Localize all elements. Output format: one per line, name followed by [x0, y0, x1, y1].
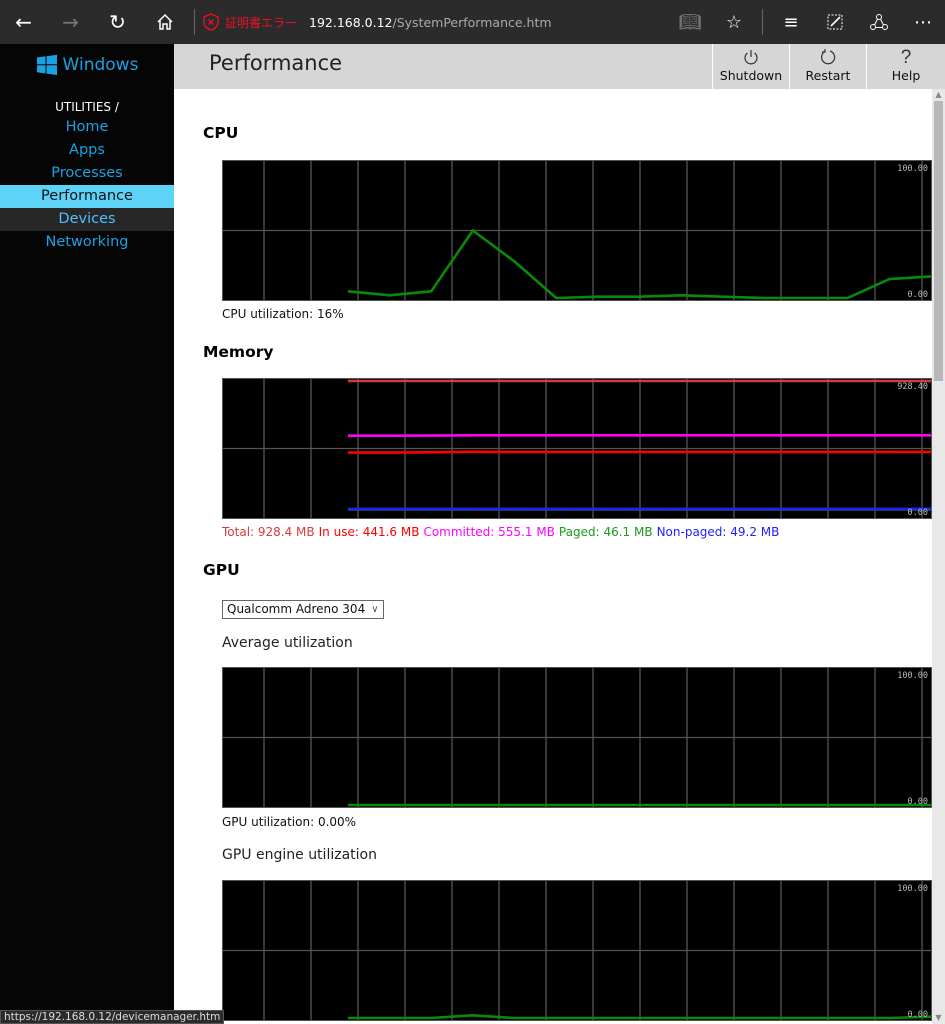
- windows-logo[interactable]: Windows: [0, 44, 174, 86]
- url-path: /SystemPerformance.htm: [392, 14, 552, 30]
- utilities-section-label: UTILITIES /: [55, 100, 119, 114]
- home-icon: [156, 13, 173, 30]
- logo-text: Windows: [62, 55, 139, 75]
- arrow-right-icon: →: [62, 10, 79, 34]
- restart-label: Restart: [805, 68, 851, 83]
- scroll-up-arrow[interactable]: ▲: [932, 89, 945, 101]
- web-note-button[interactable]: [813, 0, 857, 44]
- forward-button[interactable]: →: [47, 0, 94, 44]
- sidebar-item-apps[interactable]: Apps: [0, 139, 174, 162]
- hub-icon: ≡: [783, 11, 799, 33]
- y-max-label: 100.00: [897, 164, 928, 174]
- power-icon: [713, 44, 789, 68]
- help-label: Help: [891, 68, 921, 83]
- shutdown-button[interactable]: Shutdown: [712, 44, 789, 89]
- page-title: Performance: [209, 51, 343, 75]
- sidebar-item-home[interactable]: Home: [0, 116, 174, 139]
- gpu-utilization-caption: GPU utilization: 0.00%: [222, 815, 357, 829]
- sidebar: Windows UTILITIES / Home Apps Processes …: [0, 44, 174, 1024]
- restart-button[interactable]: Restart: [789, 44, 866, 89]
- shield-error-icon: [203, 13, 219, 31]
- more-button[interactable]: ⋯: [901, 0, 945, 44]
- gpu-average-chart: 100.00 0.00: [222, 667, 932, 808]
- gpu-engine-title: GPU engine utilization: [222, 847, 377, 863]
- y-max-label: 928.40: [897, 382, 928, 392]
- y-min-label: 0.00: [908, 1010, 928, 1020]
- memory-legend-total: Total: 928.4 MB: [222, 525, 315, 539]
- y-max-label: 100.00: [897, 884, 928, 894]
- cpu-section-title: CPU: [203, 124, 239, 142]
- memory-legend-paged: Paged: 46.1 MB: [558, 525, 653, 539]
- sidebar-item-performance[interactable]: Performance: [0, 185, 174, 208]
- favorite-button[interactable]: ☆: [712, 0, 756, 44]
- cpu-utilization-caption: CPU utilization: 16%: [222, 307, 344, 321]
- memory-legend-committed: Committed: 555.1 MB: [423, 525, 555, 539]
- vertical-scrollbar[interactable]: ▲ ▼: [932, 89, 945, 1024]
- refresh-button[interactable]: ↻: [94, 0, 141, 44]
- hub-button[interactable]: ≡: [769, 0, 813, 44]
- divider: [194, 9, 195, 35]
- share-button[interactable]: [857, 0, 901, 44]
- url-host: 192.168.0.12: [309, 14, 393, 30]
- arrow-left-icon: ←: [15, 10, 32, 34]
- restart-icon: [790, 44, 866, 68]
- share-icon: [870, 14, 888, 30]
- certificate-error-indicator[interactable]: 証明書エラー: [203, 13, 297, 31]
- cpu-chart-svg: 100.00 0.00: [223, 161, 931, 300]
- memory-chart: 928.40 0.00: [222, 378, 932, 519]
- book-icon: 📖︎: [678, 11, 702, 33]
- reading-view-button[interactable]: 📖︎: [668, 0, 712, 44]
- chevron-down-icon: ∨: [371, 604, 379, 615]
- y-min-label: 0.00: [908, 797, 928, 807]
- home-button[interactable]: [141, 0, 188, 44]
- divider: [762, 9, 763, 35]
- shutdown-label: Shutdown: [719, 68, 783, 83]
- back-button[interactable]: ←: [0, 0, 47, 44]
- y-max-label: 100.00: [897, 671, 928, 681]
- star-icon: ☆: [725, 11, 743, 33]
- browser-toolbar: ← → ↻ 証明書エラー 192.168.0.12/SystemPerforma…: [0, 0, 945, 44]
- gpu-engine-chart: 100.00 0.00: [222, 880, 932, 1021]
- web-note-icon: [827, 14, 843, 30]
- main-content: CPU 100.00 0.00 CPU utilization: 16% Memo…: [174, 89, 932, 1024]
- help-button[interactable]: ? Help: [866, 44, 945, 89]
- certificate-error-label: 証明書エラー: [225, 15, 298, 30]
- series-line-in-use: [347, 450, 931, 454]
- gpu-adapter-value: Qualcomm Adreno 304: [227, 602, 366, 616]
- refresh-icon: ↻: [109, 10, 126, 34]
- link-status-tooltip: https://192.168.0.12/devicemanager.htm: [0, 1010, 225, 1024]
- more-icon: ⋯: [914, 11, 932, 33]
- gpu-average-title: Average utilization: [222, 635, 353, 651]
- memory-chart-svg: 928.40 0.00: [223, 379, 931, 518]
- help-icon: ?: [900, 47, 912, 68]
- sidebar-item-devices[interactable]: Devices: [0, 208, 174, 231]
- gpu-average-chart-svg: 100.00 0.00: [223, 668, 931, 807]
- gpu-engine-chart-svg: 100.00 0.00: [223, 881, 931, 1020]
- memory-legend: Total: 928.4 MB In use: 441.6 MB Committed…: [222, 525, 783, 539]
- page-header: Performance Shutdown Restart ? Help: [174, 44, 945, 89]
- gpu-adapter-select[interactable]: Qualcomm Adreno 304 ∨: [222, 600, 384, 619]
- memory-legend-non-paged: Non-paged: 49.2 MB: [656, 525, 780, 539]
- address-bar[interactable]: 証明書エラー 192.168.0.12/SystemPerformance.ht…: [203, 13, 668, 31]
- sidebar-item-networking[interactable]: Networking: [0, 231, 174, 254]
- gpu-section-title: GPU: [203, 561, 240, 579]
- cpu-chart: 100.00 0.00: [222, 160, 932, 301]
- sidebar-item-processes[interactable]: Processes: [0, 162, 174, 185]
- memory-legend-in-use: In use: 441.6 MB: [318, 525, 420, 539]
- scroll-down-arrow[interactable]: ▼: [932, 1012, 945, 1024]
- y-min-label: 0.00: [908, 508, 928, 518]
- scrollbar-thumb[interactable]: [934, 101, 943, 381]
- windows-logo-icon: [36, 54, 57, 75]
- y-min-label: 0.00: [908, 290, 928, 300]
- memory-section-title: Memory: [203, 343, 274, 361]
